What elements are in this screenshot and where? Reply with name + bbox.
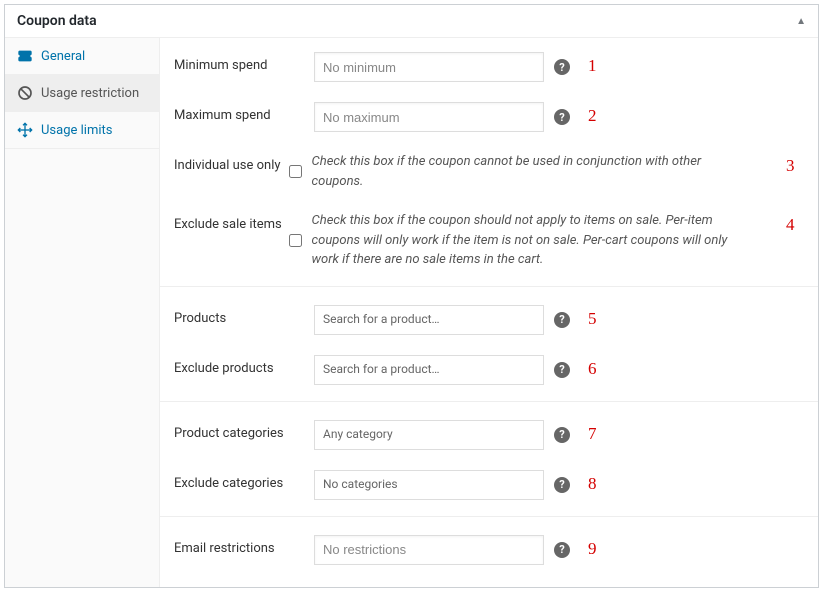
products-label: Products — [174, 305, 314, 326]
tabs-sidebar: General Usage restriction Usage limits — [5, 38, 160, 587]
ban-icon — [17, 85, 33, 101]
row-products: Products Search for a product… ? 5 — [160, 286, 818, 345]
exclude-sale-label: Exclude sale items — [174, 211, 289, 232]
move-icon — [17, 122, 33, 138]
annotation-8: 8 — [588, 474, 606, 494]
exclude-categories-select[interactable]: No categories — [314, 470, 544, 500]
help-icon[interactable]: ? — [554, 362, 570, 378]
tab-usage-restriction-label: Usage restriction — [41, 86, 139, 101]
help-icon[interactable]: ? — [554, 477, 570, 493]
tab-general[interactable]: General — [5, 38, 159, 75]
row-maximum-spend: Maximum spend ? 2 — [160, 92, 818, 142]
email-restrictions-input[interactable] — [314, 535, 544, 565]
annotation-1: 1 — [588, 56, 606, 76]
annotation-4: 4 — [786, 215, 804, 235]
row-exclude-products: Exclude products Search for a product… ?… — [160, 345, 818, 395]
tab-general-label: General — [41, 49, 85, 64]
exclude-products-label: Exclude products — [174, 355, 314, 376]
panel-title: Coupon data — [17, 13, 97, 29]
tab-usage-limits[interactable]: Usage limits — [5, 112, 159, 149]
minimum-spend-input[interactable] — [314, 52, 544, 82]
exclude-sale-checkbox[interactable] — [289, 211, 302, 270]
annotation-9: 9 — [588, 539, 606, 559]
products-select[interactable]: Search for a product… — [314, 305, 544, 335]
help-icon[interactable]: ? — [554, 109, 570, 125]
maximum-spend-input[interactable] — [314, 102, 544, 132]
panel-body: General Usage restriction Usage limits M… — [5, 38, 818, 587]
individual-use-desc: Check this box if the coupon cannot be u… — [312, 152, 742, 191]
exclude-sale-desc: Check this box if the coupon should not … — [312, 211, 742, 270]
row-individual-use: Individual use only Check this box if th… — [160, 142, 818, 201]
help-icon[interactable]: ? — [554, 542, 570, 558]
row-minimum-spend: Minimum spend ? 1 — [160, 42, 818, 92]
tab-content: Minimum spend ? 1 Maximum spend ? 2 Indi… — [160, 38, 818, 587]
maximum-spend-label: Maximum spend — [174, 102, 314, 123]
row-email-restrictions: Email restrictions ? 9 — [160, 516, 818, 575]
help-icon[interactable]: ? — [554, 427, 570, 443]
individual-use-label: Individual use only — [174, 152, 289, 173]
collapse-icon[interactable]: ▲ — [796, 16, 806, 27]
annotation-2: 2 — [588, 106, 606, 126]
row-product-categories: Product categories Any category ? 7 — [160, 401, 818, 460]
individual-use-checkbox[interactable] — [289, 152, 302, 191]
ticket-icon — [17, 48, 33, 64]
exclude-products-select[interactable]: Search for a product… — [314, 355, 544, 385]
row-exclude-sale: Exclude sale items Check this box if the… — [160, 201, 818, 280]
coupon-data-panel: Coupon data ▲ General Usage restriction — [4, 4, 819, 588]
help-icon[interactable]: ? — [554, 312, 570, 328]
annotation-7: 7 — [588, 424, 606, 444]
tab-usage-limits-label: Usage limits — [41, 123, 112, 138]
email-restrictions-label: Email restrictions — [174, 535, 314, 556]
row-exclude-categories: Exclude categories No categories ? 8 — [160, 460, 818, 510]
annotation-6: 6 — [588, 359, 606, 379]
tab-usage-restriction[interactable]: Usage restriction — [5, 75, 159, 112]
annotation-5: 5 — [588, 309, 606, 329]
help-icon[interactable]: ? — [554, 59, 570, 75]
product-categories-select[interactable]: Any category — [314, 420, 544, 450]
panel-header[interactable]: Coupon data ▲ — [5, 5, 818, 38]
product-categories-label: Product categories — [174, 420, 314, 441]
annotation-3: 3 — [786, 156, 804, 176]
minimum-spend-label: Minimum spend — [174, 52, 314, 73]
exclude-categories-label: Exclude categories — [174, 470, 314, 491]
